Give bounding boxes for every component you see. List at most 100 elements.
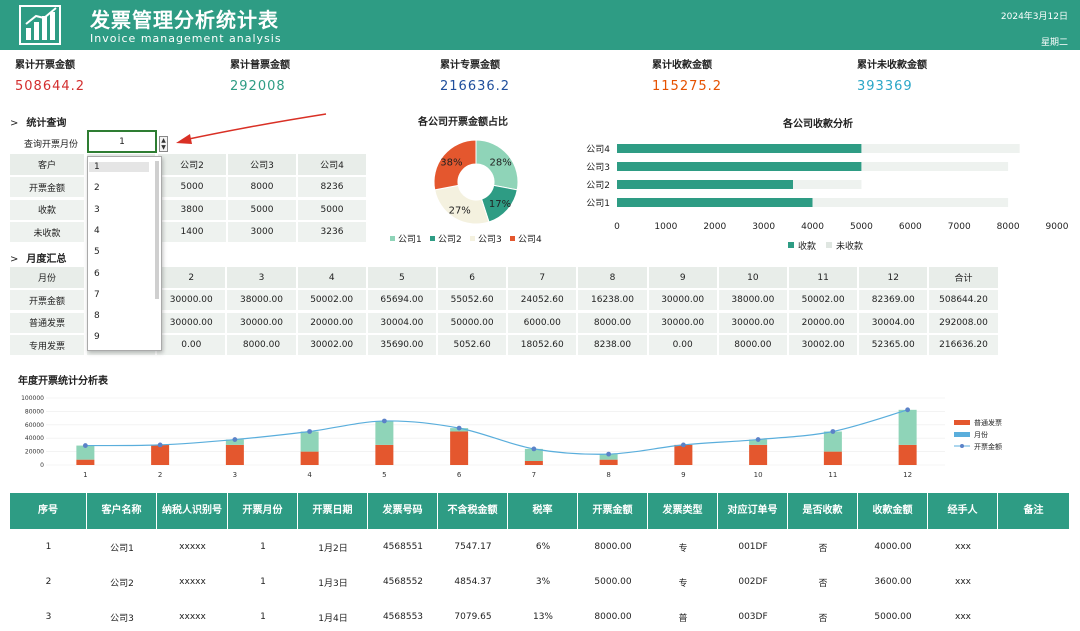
kpi-value: 216636.2 bbox=[440, 79, 511, 94]
dropdown-option[interactable]: 3 bbox=[94, 205, 100, 215]
query-col-header: 客户 bbox=[10, 154, 84, 175]
legend-label: 公司2 bbox=[438, 234, 462, 245]
month-dropdown[interactable]: 1 2 3 4 5 6 7 8 9 bbox=[87, 156, 162, 351]
annual-x-tick: 4 bbox=[307, 471, 312, 479]
annual-line-point bbox=[606, 451, 612, 457]
detail-cell: 专 bbox=[678, 578, 688, 589]
dropdown-option[interactable]: 9 bbox=[94, 332, 100, 342]
annual-x-tick: 8 bbox=[606, 471, 610, 479]
kpi-label: 累计未收款金额 bbox=[857, 60, 927, 71]
detail-col-header: 对应订单号 bbox=[718, 493, 788, 529]
detail-cell: xxx bbox=[955, 577, 971, 587]
dropdown-scrollbar[interactable] bbox=[155, 161, 159, 299]
annual-x-tick: 6 bbox=[457, 471, 462, 479]
monthly-cell: 35690.00 bbox=[367, 335, 436, 355]
query-row-label: 开票金额 bbox=[10, 177, 84, 197]
month-spinner[interactable]: ▲ ▼ bbox=[159, 136, 168, 152]
detail-cell: 1 bbox=[260, 542, 266, 552]
query-col-header: 公司2 bbox=[158, 154, 226, 175]
detail-cell: 1月2日 bbox=[318, 543, 348, 554]
detail-cell: 4000.00 bbox=[874, 542, 912, 552]
annual-line-point bbox=[680, 442, 686, 448]
kpi-value: 115275.2 bbox=[652, 79, 723, 94]
detail-cell: 2 bbox=[45, 577, 52, 587]
dropdown-option[interactable]: 6 bbox=[94, 269, 100, 279]
monthly-cell: 20000.00 bbox=[297, 312, 366, 333]
pie-chart: 28% 17% 27% 38% 公司1 公司2 公司3 公司4 bbox=[390, 139, 542, 245]
annual-x-tick: 2 bbox=[158, 471, 162, 479]
hbar-chart-title: 各公司收款分析 bbox=[783, 119, 853, 130]
detail-cell: 7547.17 bbox=[454, 542, 492, 552]
pie-slice-label: 38% bbox=[440, 158, 462, 169]
annual-x-tick: 11 bbox=[828, 471, 837, 479]
query-cell: 1400 bbox=[158, 222, 226, 242]
annual-line-point bbox=[232, 437, 238, 442]
monthly-cell: 30000.00 bbox=[648, 312, 717, 333]
monthly-cell: 30002.00 bbox=[297, 335, 366, 355]
dropdown-option[interactable]: 2 bbox=[94, 183, 100, 193]
monthly-col-header: 10 bbox=[718, 267, 787, 288]
kpi-card: 累计收款金额 115275.2 bbox=[652, 56, 852, 94]
detail-cell bbox=[998, 565, 1070, 599]
dropdown-option[interactable]: 4 bbox=[94, 226, 100, 236]
annual-combo-chart: 0200004000060000800001000001 2 3 4 5 6 7 8 9 10 11… bbox=[21, 395, 1002, 479]
monthly-cell: 0.00 bbox=[157, 335, 226, 355]
monthly-cell: 0.00 bbox=[648, 335, 717, 355]
monthly-cell: 30000.00 bbox=[227, 312, 296, 333]
hbar-segment bbox=[812, 198, 1009, 207]
detail-cell: xxx bbox=[955, 612, 971, 622]
detail-cell: 否 bbox=[818, 613, 828, 624]
dropdown-option[interactable]: 7 bbox=[94, 290, 100, 300]
detail-col-header: 客户名称 bbox=[87, 493, 157, 529]
chevron-right-icon: > bbox=[10, 118, 19, 129]
detail-cell: xxxxx bbox=[179, 577, 206, 587]
dropdown-option[interactable]: 1 bbox=[89, 162, 149, 172]
monthly-cell: 50002.00 bbox=[789, 290, 858, 310]
annual-bar-segment bbox=[375, 444, 394, 465]
annual-y-tick: 20000 bbox=[25, 449, 44, 456]
monthly-col-header: 9 bbox=[648, 267, 717, 288]
detail-col-header: 开票日期 bbox=[298, 493, 368, 529]
section-query: > 统计查询 bbox=[10, 118, 67, 129]
dropdown-option[interactable]: 5 bbox=[94, 247, 100, 257]
pie-slice-label: 17% bbox=[489, 199, 511, 210]
detail-col-header: 开票金额 bbox=[578, 493, 648, 529]
hbar-segment bbox=[617, 180, 793, 189]
dropdown-option[interactable]: 8 bbox=[94, 311, 100, 321]
detail-cell: 13% bbox=[532, 612, 553, 622]
monthly-col-header: 合计 bbox=[929, 267, 998, 288]
chevron-right-icon: > bbox=[10, 254, 19, 265]
annual-x-tick: 5 bbox=[382, 471, 386, 479]
query-month-input[interactable]: 1 bbox=[87, 130, 157, 153]
monthly-cell: 18052.60 bbox=[508, 335, 577, 355]
annual-bar-segment bbox=[524, 460, 543, 465]
monthly-cell: 5052.60 bbox=[438, 335, 507, 355]
annual-x-tick: 7 bbox=[532, 471, 536, 479]
monthly-col-header: 7 bbox=[508, 267, 577, 288]
legend-label: 开票金额 bbox=[974, 442, 1002, 451]
detail-cell: 1月3日 bbox=[318, 578, 348, 589]
detail-col-header: 税率 bbox=[508, 493, 578, 529]
monthly-cell: 6000.00 bbox=[508, 312, 577, 333]
legend-label: 公司4 bbox=[518, 234, 542, 245]
legend-swatch bbox=[954, 432, 970, 437]
detail-cell bbox=[998, 600, 1070, 631]
hbar-category-label: 公司2 bbox=[586, 180, 610, 191]
detail-col-header: 开票月份 bbox=[228, 493, 298, 529]
kpi-value: 393369 bbox=[857, 79, 913, 94]
hbar-tick-label: 8000 bbox=[997, 222, 1020, 232]
query-col-header: 公司4 bbox=[298, 154, 366, 175]
detail-cell: 否 bbox=[818, 578, 828, 589]
legend-marker bbox=[960, 444, 964, 448]
annual-line-point bbox=[157, 442, 163, 448]
annual-y-tick: 0 bbox=[40, 462, 44, 469]
monthly-cell: 82369.00 bbox=[859, 290, 928, 310]
detail-cell: 公司1 bbox=[110, 543, 134, 554]
monthly-cell: 30000.00 bbox=[648, 290, 717, 310]
hbar-segment bbox=[793, 180, 862, 189]
detail-cell: 5000.00 bbox=[874, 612, 912, 622]
annual-bar-segment bbox=[674, 444, 693, 465]
monthly-row-label: 开票金额 bbox=[10, 290, 84, 310]
detail-cell: 4568553 bbox=[382, 612, 424, 622]
query-cell: 3000 bbox=[228, 222, 296, 242]
